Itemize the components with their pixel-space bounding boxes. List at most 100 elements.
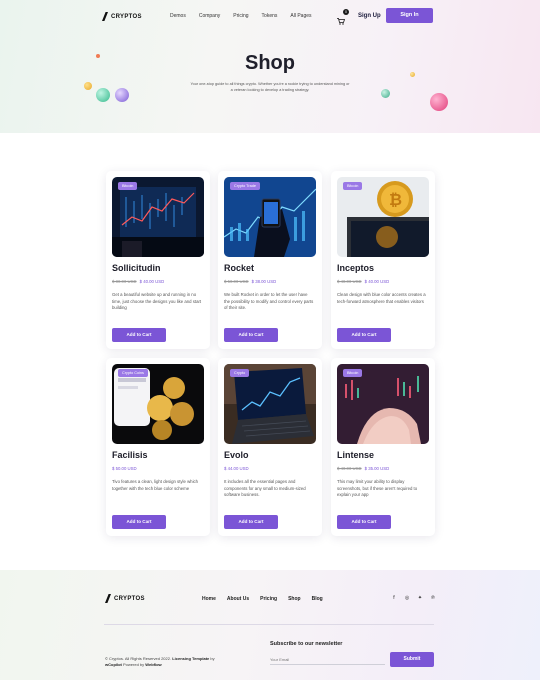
product-title[interactable]: Inceptos	[337, 263, 374, 273]
coin-decoration	[84, 82, 92, 90]
svg-text:₿: ₿	[389, 190, 402, 209]
product-prices: $ 50.00 USD	[112, 466, 137, 471]
social-links: f ◎ ✦ ℗	[391, 595, 436, 601]
page-title: Shop	[245, 52, 295, 74]
footer-link-shop[interactable]: Shop	[288, 596, 301, 602]
by-word: by	[210, 656, 215, 661]
product-image[interactable]: Bitcoin	[337, 364, 429, 444]
product-prices: $ 80.00 USD $ 40.00 USD	[112, 279, 164, 284]
page-subtitle: Your one-stop guide to all things crypto…	[190, 82, 350, 92]
price: $ 44.00 USD	[224, 466, 249, 471]
top-navbar: CRYPTOS Demos Company Pricing Tokens All…	[0, 0, 540, 32]
add-to-cart-button[interactable]: Add to Cart	[337, 328, 391, 342]
footer-link-about-us[interactable]: About Us	[227, 596, 249, 602]
product-tag: Crypto Trade	[230, 182, 260, 190]
product-description: This may limit your ability to display s…	[337, 479, 418, 498]
product-title[interactable]: Lintense	[337, 450, 374, 460]
platform-link[interactable]: Webflow	[145, 662, 161, 667]
sign-up-link[interactable]: Sign Up	[358, 13, 381, 19]
licensing-link[interactable]: Licensing	[172, 656, 191, 661]
add-to-cart-button[interactable]: Add to Cart	[112, 328, 166, 342]
template-link[interactable]: Template	[192, 656, 209, 661]
newsletter-title: Subscribe to our newsletter	[270, 641, 343, 647]
product-tag: Crypto Coins	[118, 369, 148, 377]
logo-mark-icon	[102, 12, 108, 21]
author-link[interactable]: wCopilot	[105, 662, 122, 667]
price: $ 50.00 USD	[112, 466, 137, 471]
product-description: It includes all the essential pages and …	[224, 479, 306, 498]
product-card[interactable]: Bitcoin Sollicitudin $ 80.00 USD $ 40.00 …	[106, 171, 210, 349]
product-description: Get a beautiful website up and running i…	[112, 292, 202, 311]
footer-link-pricing[interactable]: Pricing	[260, 596, 277, 602]
facebook-icon[interactable]: f	[391, 595, 397, 601]
product-card[interactable]: ₿ Bitcoin Inceptos $ 48.00 USD $ 40.00 US…	[331, 171, 435, 349]
add-to-cart-button[interactable]: Add to Cart	[112, 515, 166, 529]
product-image[interactable]: Crypto Coins	[112, 364, 204, 444]
product-card[interactable]: Crypto Coins Facilisis $ 50.00 USD Tivo …	[106, 358, 210, 536]
product-prices: $ 44.00 USD	[224, 466, 249, 471]
pinterest-icon[interactable]: ℗	[430, 595, 436, 601]
footer-links: Home About Us Pricing Shop Blog	[202, 596, 323, 602]
hero-section: CRYPTOS Demos Company Pricing Tokens All…	[0, 0, 540, 133]
footer-link-blog[interactable]: Blog	[312, 596, 323, 602]
product-title[interactable]: Rocket	[224, 263, 254, 273]
coin-decoration	[430, 93, 448, 111]
product-tag: Bitcoin	[343, 182, 363, 190]
price: $ 38.00 USD	[251, 279, 277, 284]
nav-link-demos[interactable]: Demos	[170, 13, 186, 19]
nav-link-all-pages[interactable]: All Pages	[290, 13, 311, 19]
nav-link-company[interactable]: Company	[199, 13, 220, 19]
product-image[interactable]: Bitcoin	[112, 177, 204, 257]
add-to-cart-button[interactable]: Add to Cart	[224, 515, 278, 529]
old-price: $ 48.00 USD	[337, 279, 362, 284]
product-card[interactable]: Crypto Trade Rocket $ 50.00 USD $ 38.00 U…	[218, 171, 322, 349]
twitter-icon[interactable]: ✦	[417, 595, 423, 601]
product-title[interactable]: Evolo	[224, 450, 249, 460]
nav-link-pricing[interactable]: Pricing	[233, 13, 248, 19]
product-prices: $ 48.00 USD $ 40.00 USD	[337, 279, 389, 284]
add-to-cart-button[interactable]: Add to Cart	[337, 515, 391, 529]
cart-icon	[337, 18, 346, 25]
price: $ 40.00 USD	[364, 279, 390, 284]
product-card[interactable]: Crypto Evolo $ 44.00 USD It includes all…	[218, 358, 322, 536]
product-title[interactable]: Facilisis	[112, 450, 148, 460]
product-title[interactable]: Sollicitudin	[112, 263, 161, 273]
old-price: $ 50.00 USD	[224, 279, 249, 284]
product-image[interactable]: Crypto Trade	[224, 177, 316, 257]
product-image[interactable]: Crypto	[224, 364, 316, 444]
sign-in-button[interactable]: Sign In	[386, 8, 433, 23]
nav-link-tokens[interactable]: Tokens	[262, 13, 278, 19]
product-description: Clean design with blue color accents cre…	[337, 292, 426, 304]
cart-count-badge: 0	[343, 9, 349, 15]
footer: CRYPTOS Home About Us Pricing Shop Blog …	[0, 570, 540, 680]
product-prices: $ 50.00 USD $ 38.00 USD	[224, 279, 276, 284]
nav-links: Demos Company Pricing Tokens All Pages	[170, 13, 312, 19]
add-to-cart-button[interactable]: Add to Cart	[224, 328, 278, 342]
copyright-prefix: © Cryptos. All Rights Reserved 2022.	[105, 656, 172, 661]
coin-decoration	[115, 88, 129, 102]
product-tag: Crypto	[230, 369, 250, 377]
coin-decoration	[381, 89, 390, 98]
coin-decoration	[96, 88, 110, 102]
cart-button[interactable]: 0	[337, 9, 349, 25]
email-field[interactable]	[270, 655, 385, 665]
logo-mark-icon	[105, 594, 111, 603]
product-card[interactable]: Bitcoin Lintense $ 40.00 USD $ 35.00 USD …	[331, 358, 435, 536]
product-image[interactable]: ₿ Bitcoin	[337, 177, 429, 257]
footer-divider	[104, 624, 434, 625]
logo-text: CRYPTOS	[111, 13, 142, 20]
logo[interactable]: CRYPTOS	[102, 12, 142, 21]
old-price: $ 80.00 USD	[112, 279, 137, 284]
instagram-icon[interactable]: ◎	[404, 595, 410, 601]
product-tag: Bitcoin	[343, 369, 363, 377]
product-description: Tivo features a clean, light design styl…	[112, 479, 199, 491]
price: $ 35.00 USD	[364, 466, 390, 471]
submit-button[interactable]: Submit	[390, 652, 434, 667]
footer-logo-text: CRYPTOS	[114, 595, 145, 602]
price: $ 40.00 USD	[139, 279, 165, 284]
old-price: $ 40.00 USD	[337, 466, 362, 471]
product-tag: Bitcoin	[118, 182, 138, 190]
footer-logo[interactable]: CRYPTOS	[105, 594, 145, 603]
copyright-text: © Cryptos. All Rights Reserved 2022. Lic…	[105, 656, 215, 668]
footer-link-home[interactable]: Home	[202, 596, 216, 602]
